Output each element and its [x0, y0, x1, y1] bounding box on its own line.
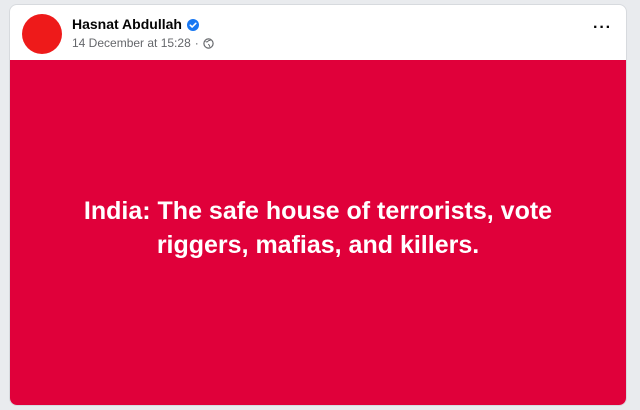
author-line: Hasnat Abdullah	[72, 16, 199, 32]
post-timestamp[interactable]: 14 December at 15:28	[72, 36, 191, 50]
more-options-button[interactable]: ···	[593, 20, 612, 36]
post-background: India: The safe house of terrorists, vot…	[10, 60, 626, 405]
post-header: Hasnat Abdullah 14 December at 15:28 · ·…	[10, 5, 626, 60]
globe-icon[interactable]	[203, 37, 214, 49]
post-card: Hasnat Abdullah 14 December at 15:28 · ·…	[9, 4, 627, 406]
verified-badge-icon	[186, 18, 199, 31]
post-meta: 14 December at 15:28 ·	[72, 36, 214, 50]
author-name[interactable]: Hasnat Abdullah	[72, 16, 182, 32]
avatar[interactable]	[22, 14, 62, 54]
post-text: India: The safe house of terrorists, vot…	[83, 196, 553, 259]
meta-separator: ·	[194, 36, 199, 50]
